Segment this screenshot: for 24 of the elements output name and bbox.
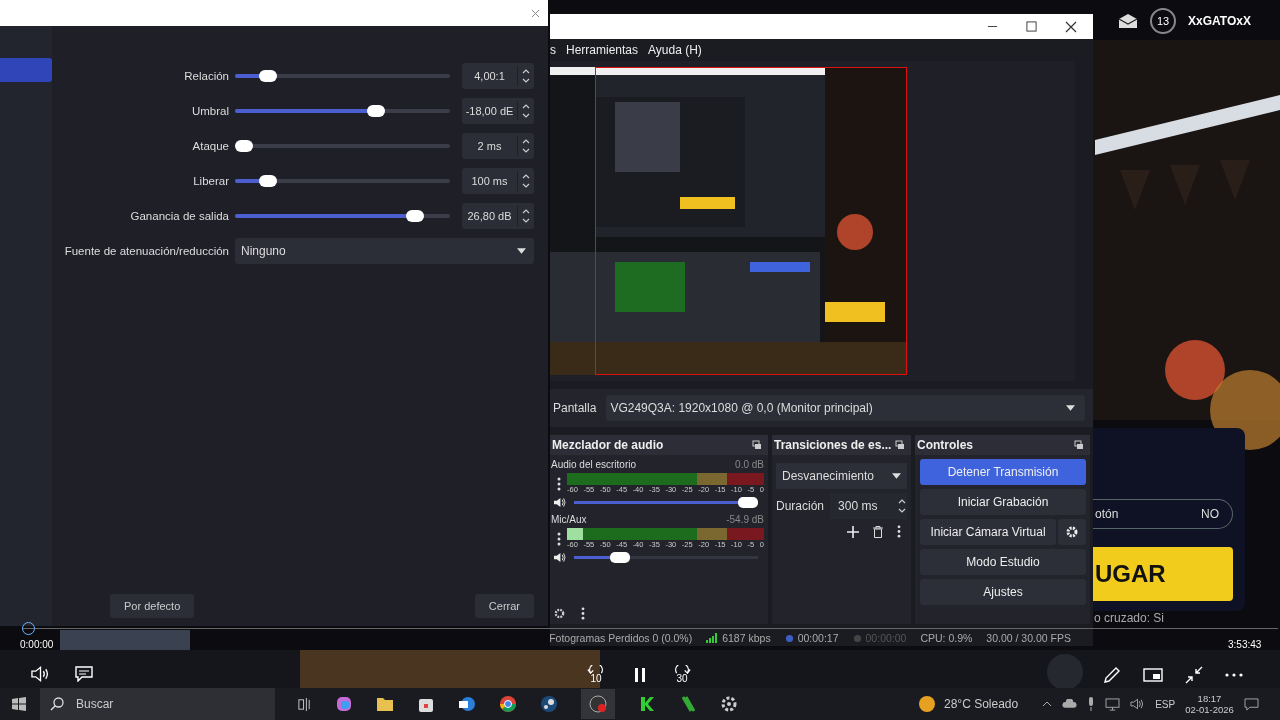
mail-app-icon[interactable] [458, 695, 476, 713]
windows-icon[interactable] [12, 697, 26, 711]
microphone-icon[interactable] [1087, 697, 1096, 711]
record-app-icon[interactable] [589, 695, 607, 713]
cloud-icon[interactable] [1062, 699, 1078, 709]
language-indicator[interactable]: ESP [1155, 698, 1176, 710]
monitor-icon[interactable] [1105, 697, 1121, 711]
clock-date[interactable]: 02-01-2026 [1185, 704, 1234, 715]
search-icon [50, 697, 64, 711]
chevron-icon[interactable] [1042, 701, 1053, 707]
clock-time[interactable]: 18:17 [1197, 693, 1222, 704]
folder-icon[interactable] [376, 696, 394, 712]
search-field[interactable]: Buscar [40, 688, 275, 720]
browser-icon[interactable] [499, 695, 517, 713]
app-icon[interactable] [335, 695, 353, 713]
speaker-icon[interactable] [1130, 698, 1146, 710]
task-view-icon[interactable] [297, 696, 312, 712]
notifications-icon[interactable] [1243, 697, 1259, 711]
app-icon[interactable] [679, 695, 697, 713]
app-icon[interactable] [638, 695, 656, 713]
steam-icon[interactable] [540, 695, 558, 713]
sun-icon [918, 695, 936, 713]
gear-app-icon[interactable] [720, 695, 738, 713]
weather-text[interactable]: 28°C Soleado [944, 697, 1019, 711]
